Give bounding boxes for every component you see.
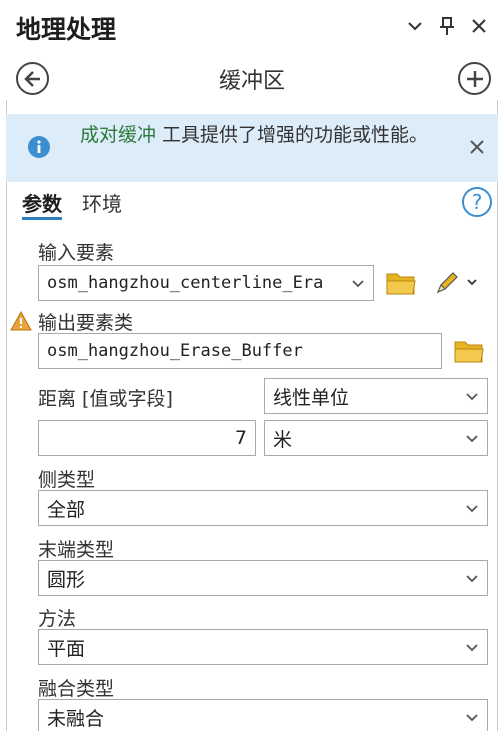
output-features-field[interactable]: osm_hangzhou_Erase_Buffer [38,333,442,369]
add-button[interactable] [458,62,491,95]
distance-value-input[interactable]: 7 [38,420,256,456]
method-label: 方法 [38,608,77,630]
distance-mode-value: 线性单位 [273,386,350,409]
chevron-down-icon[interactable] [404,14,426,38]
info-banner: 成对缓冲 工具提供了增强的功能或性能。 [6,114,498,182]
chevron-down-icon [466,644,478,652]
tool-header: 缓冲区 [0,56,504,100]
pane-controls [404,14,490,38]
tool-title: 缓冲区 [218,69,285,94]
chevron-down-icon [466,575,478,583]
pairwise-buffer-link[interactable]: 成对缓冲 [80,124,156,146]
distance-unit-value: 米 [273,428,293,451]
warning-icon [10,311,32,331]
chevron-down-icon[interactable] [466,276,478,288]
input-features-label: 输入要素 [38,242,115,264]
chevron-down-icon [466,393,478,401]
tab-parameters[interactable]: 参数 [22,186,62,220]
info-message: 成对缓冲 工具提供了增强的功能或性能。 [80,123,440,148]
method-value: 平面 [47,637,86,660]
side-type-label: 侧类型 [38,469,96,491]
end-type-value: 圆形 [47,568,86,591]
pin-icon[interactable] [436,14,458,38]
folder-icon[interactable] [386,270,416,296]
add-icon [466,70,483,87]
close-icon [470,140,484,154]
distance-value: 7 [234,427,247,449]
dissolve-type-label: 融合类型 [38,678,115,700]
side-type-dropdown[interactable]: 全部 [38,490,488,526]
info-icon [28,136,50,158]
distance-unit-dropdown[interactable]: 米 [264,420,488,456]
pane-title: 地理处理 [16,15,117,44]
input-features-dropdown[interactable]: osm_hangzhou_centerline_Era [38,265,374,301]
folder-icon[interactable] [454,338,484,364]
chevron-down-icon [466,714,478,722]
dissolve-type-value: 未融合 [47,707,105,730]
end-type-dropdown[interactable]: 圆形 [38,560,488,596]
help-icon[interactable]: ? [462,187,492,217]
close-icon[interactable] [468,14,490,38]
end-type-label: 末端类型 [38,539,115,561]
dissolve-type-dropdown[interactable]: 未融合 [38,699,488,731]
chevron-down-icon [352,280,364,288]
output-features-label: 输出要素类 [38,312,134,334]
input-features-value: osm_hangzhou_centerline_Era [47,273,324,293]
tab-bar: 参数 环境 [22,186,122,222]
chevron-down-icon [466,505,478,513]
info-message-text: 工具提供了增强的功能或性能。 [156,124,429,146]
chevron-down-icon [466,435,478,443]
distance-mode-dropdown[interactable]: 线性单位 [264,378,488,414]
panel-border-left [6,100,7,731]
tab-environments[interactable]: 环境 [82,186,122,220]
method-dropdown[interactable]: 平面 [38,629,488,665]
banner-close-button[interactable] [466,136,488,158]
distance-label: 距离 [值或字段] [38,388,173,410]
pencil-icon[interactable] [434,270,460,296]
output-features-value: osm_hangzhou_Erase_Buffer [47,341,303,361]
side-type-value: 全部 [47,498,86,521]
panel-border-right [497,100,498,731]
